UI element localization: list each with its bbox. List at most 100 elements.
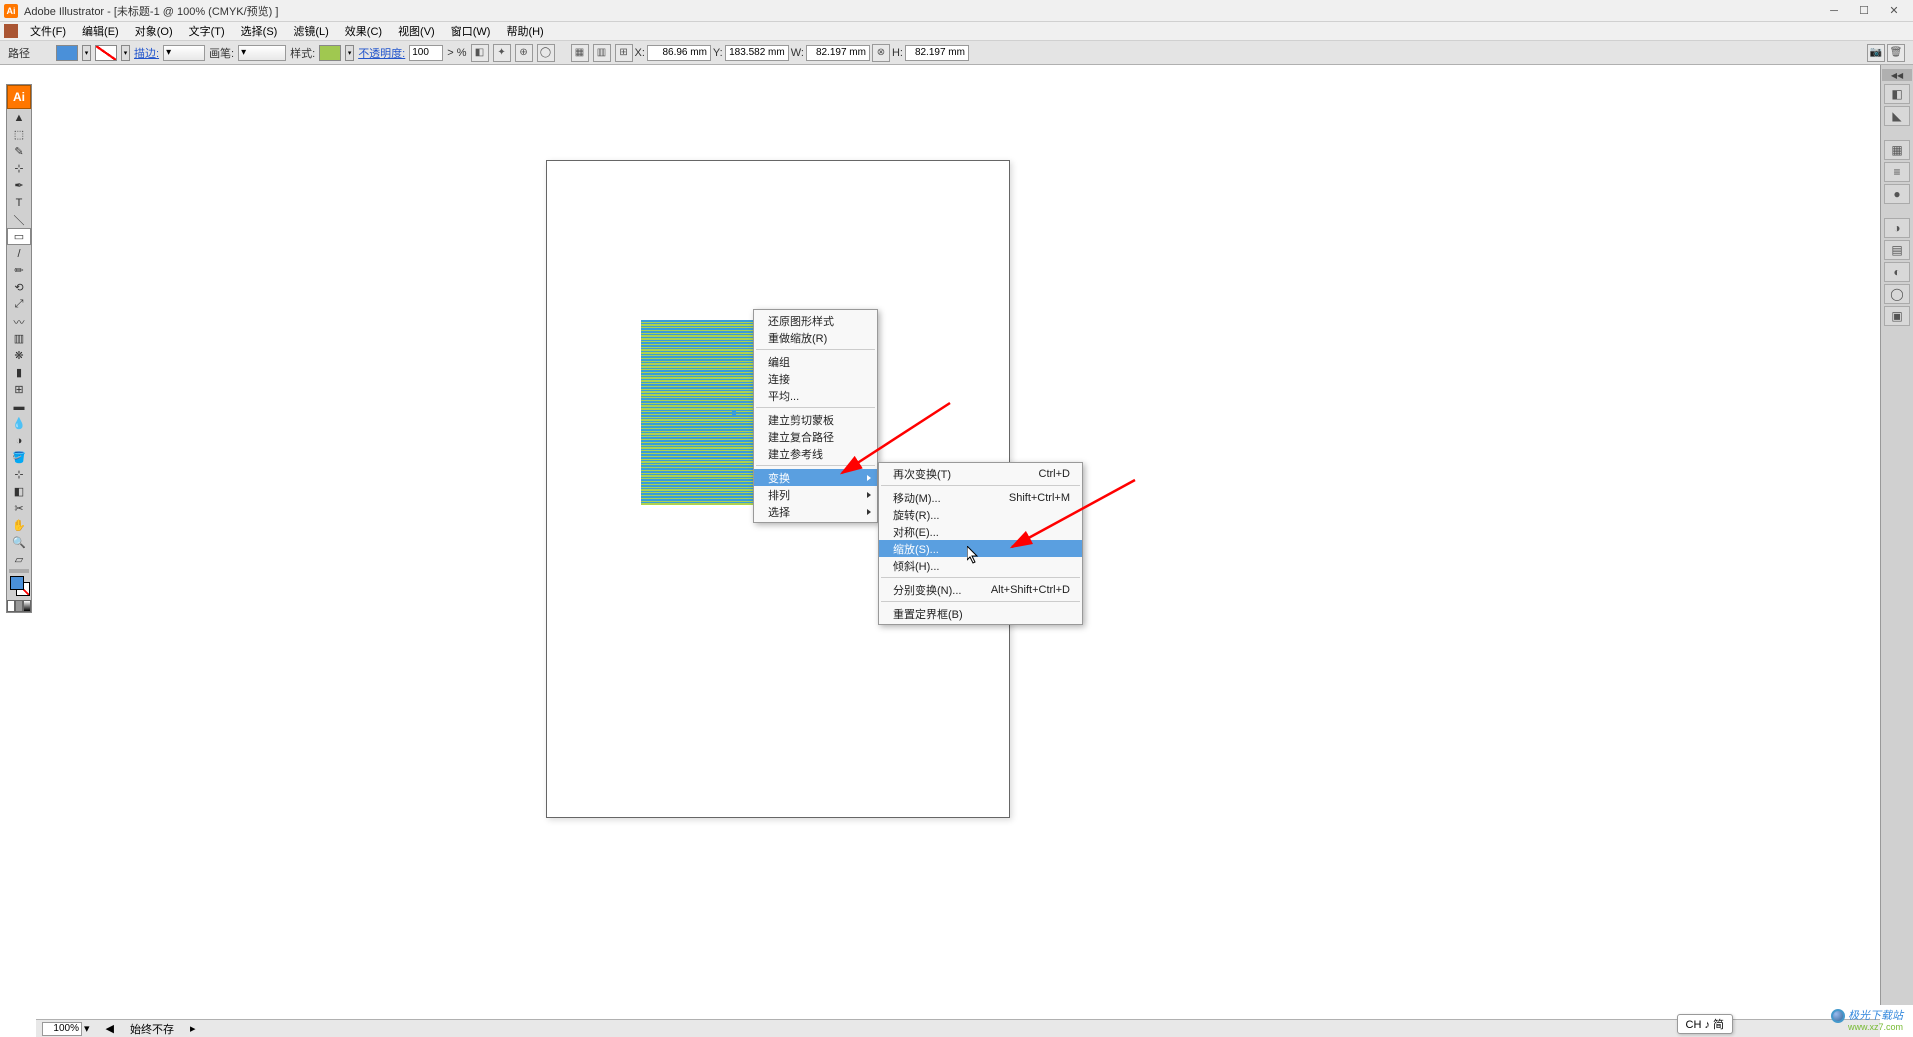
link-wh-icon[interactable]: ⊗	[872, 44, 890, 62]
panel-icon-8[interactable]: ◯	[1884, 284, 1910, 304]
w-input[interactable]	[806, 45, 870, 61]
registration-icon[interactable]: ⊞	[615, 44, 633, 62]
slice-tool[interactable]: ▱	[7, 551, 31, 568]
free-transform-tool[interactable]: ▥	[7, 330, 31, 347]
icon-btn-1[interactable]: ◧	[471, 44, 489, 62]
scissors-tool[interactable]: ✂	[7, 500, 31, 517]
panel-icon-9[interactable]: ▣	[1884, 306, 1910, 326]
menu-object[interactable]: 对象(O)	[127, 21, 181, 41]
sub-rotate[interactable]: 旋转(R)...	[879, 506, 1082, 523]
ime-bar[interactable]: CH ♪ 简	[1677, 1014, 1734, 1034]
live-paint-tool[interactable]: 🪣	[7, 449, 31, 466]
menu-edit[interactable]: 编辑(E)	[74, 21, 127, 41]
x-input[interactable]	[647, 45, 711, 61]
brush-input[interactable]: ▾	[238, 45, 286, 61]
scale-tool[interactable]: ⤢	[7, 296, 31, 313]
panel-icon-4[interactable]: ●	[1884, 184, 1910, 204]
stroke-weight-input[interactable]: ▾	[163, 45, 205, 61]
ctx-undo-graphic-style[interactable]: 还原图形样式	[754, 312, 877, 329]
sub-move[interactable]: 移动(M)...Shift+Ctrl+M	[879, 489, 1082, 506]
sub-reset-bounding-box[interactable]: 重置定界框(B)	[879, 605, 1082, 622]
stroke-dropdown[interactable]: ▾	[121, 45, 130, 61]
rotate-tool[interactable]: ⟲	[7, 279, 31, 296]
menu-file[interactable]: 文件(F)	[22, 21, 74, 41]
lasso-tool[interactable]: ⊹	[7, 160, 31, 177]
menu-text[interactable]: 文字(T)	[181, 21, 233, 41]
symbol-sprayer-tool[interactable]: ❋	[7, 347, 31, 364]
selection-tool[interactable]: ▲	[7, 109, 31, 126]
sub-scale[interactable]: 缩放(S)...	[879, 540, 1082, 557]
opacity-label[interactable]: 不透明度:	[358, 45, 405, 61]
ctx-make-compound-path[interactable]: 建立复合路径	[754, 428, 877, 445]
zoom-tool[interactable]: 🔍	[7, 534, 31, 551]
type-tool[interactable]: T	[7, 194, 31, 211]
panel-icon-7[interactable]: ◐	[1884, 262, 1910, 282]
color-modes[interactable]	[7, 600, 31, 612]
color-control[interactable]	[7, 574, 31, 600]
hand-tool[interactable]: ✋	[7, 517, 31, 534]
close-button[interactable]: ✕	[1879, 2, 1909, 20]
y-input[interactable]	[725, 45, 789, 61]
collapse-dock-button[interactable]: ◀◀	[1882, 69, 1912, 81]
ctx-arrange[interactable]: 排列	[754, 486, 877, 503]
panel-icon-2[interactable]: ▦	[1884, 140, 1910, 160]
fill-swatch[interactable]	[56, 45, 78, 61]
ctx-redo-scale[interactable]: 重做缩放(R)	[754, 329, 877, 346]
right-ctrl-2[interactable]: 🗑	[1887, 44, 1905, 62]
eyedropper-tool[interactable]: 💧	[7, 415, 31, 432]
h-input[interactable]	[905, 45, 969, 61]
panel-icon-1[interactable]: ◣	[1884, 106, 1910, 126]
align-btn-1[interactable]: ▦	[571, 44, 589, 62]
ctx-join[interactable]: 连接	[754, 370, 877, 387]
mesh-tool[interactable]: ⊞	[7, 381, 31, 398]
sub-reflect[interactable]: 对称(E)...	[879, 523, 1082, 540]
style-swatch[interactable]	[319, 45, 341, 61]
crop-tool[interactable]: ⊹	[7, 466, 31, 483]
menu-window[interactable]: 窗口(W)	[443, 21, 499, 41]
paintbrush-tool[interactable]: /	[7, 245, 31, 262]
blend-tool[interactable]: ◑	[7, 432, 31, 449]
foreground-color-icon[interactable]	[10, 576, 24, 590]
menu-help[interactable]: 帮助(H)	[498, 21, 551, 41]
stroke-swatch[interactable]	[95, 45, 117, 61]
fill-dropdown[interactable]: ▾	[82, 45, 91, 61]
column-graph-tool[interactable]: ▮	[7, 364, 31, 381]
ctx-select[interactable]: 选择	[754, 503, 877, 520]
icon-btn-3[interactable]: ⊕	[515, 44, 533, 62]
ctx-make-guides[interactable]: 建立参考线	[754, 445, 877, 462]
menu-effect[interactable]: 效果(C)	[337, 21, 390, 41]
pen-tool[interactable]: ✒	[7, 177, 31, 194]
pencil-tool[interactable]: ✏	[7, 262, 31, 279]
right-ctrl-1[interactable]: 📷	[1867, 44, 1885, 62]
zoom-input[interactable]	[42, 1022, 82, 1036]
align-btn-2[interactable]: ▥	[593, 44, 611, 62]
eraser-tool[interactable]: ◧	[7, 483, 31, 500]
rectangle-tool[interactable]: ▭	[7, 228, 31, 245]
icon-btn-2[interactable]: ✦	[493, 44, 511, 62]
menu-select[interactable]: 选择(S)	[233, 21, 286, 41]
stroke-label[interactable]: 描边:	[134, 45, 159, 61]
sub-shear[interactable]: 倾斜(H)...	[879, 557, 1082, 574]
ctx-make-clipping-mask[interactable]: 建立剪切蒙板	[754, 411, 877, 428]
line-tool[interactable]: ＼	[7, 211, 31, 228]
ctx-group[interactable]: 编组	[754, 353, 877, 370]
gradient-tool[interactable]: ▬	[7, 398, 31, 415]
maximize-button[interactable]: ☐	[1849, 2, 1879, 20]
magic-wand-tool[interactable]: ✎	[7, 143, 31, 160]
ctx-transform[interactable]: 变换	[754, 469, 877, 486]
zoom-control[interactable]: ▾	[42, 1022, 90, 1036]
opacity-input[interactable]: 100	[409, 45, 443, 61]
icon-btn-4[interactable]: ◯	[537, 44, 555, 62]
panel-icon-0[interactable]: ◧	[1884, 84, 1910, 104]
ctx-average[interactable]: 平均...	[754, 387, 877, 404]
minimize-button[interactable]: ─	[1819, 2, 1849, 20]
panel-icon-6[interactable]: ▤	[1884, 240, 1910, 260]
direct-selection-tool[interactable]: ⬚	[7, 126, 31, 143]
panel-icon-3[interactable]: ≡	[1884, 162, 1910, 182]
style-dropdown[interactable]: ▾	[345, 45, 354, 61]
panel-icon-5[interactable]: ◑	[1884, 218, 1910, 238]
sub-transform-again[interactable]: 再次变换(T)Ctrl+D	[879, 465, 1082, 482]
warp-tool[interactable]: 〰	[7, 313, 31, 330]
sub-transform-each[interactable]: 分别变换(N)...Alt+Shift+Ctrl+D	[879, 581, 1082, 598]
menu-view[interactable]: 视图(V)	[390, 21, 443, 41]
